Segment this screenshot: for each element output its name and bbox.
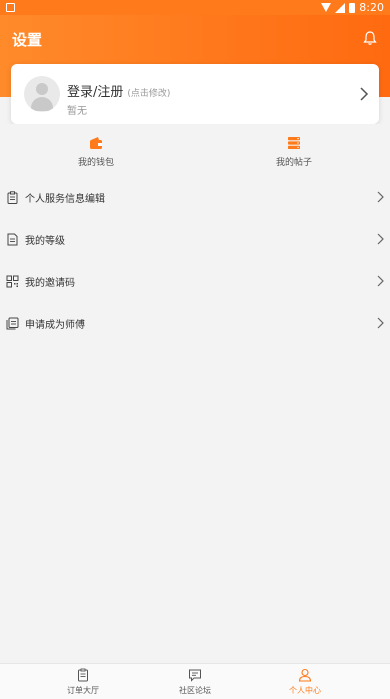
- profile-card[interactable]: 登录/注册 (点击修改) 暂无: [11, 64, 379, 124]
- profile-subtitle: 暂无: [67, 106, 87, 117]
- avatar[interactable]: [24, 76, 60, 112]
- menu-item-label: 我的等级: [25, 235, 65, 247]
- menu-item-label: 个人服务信息编辑: [25, 193, 105, 205]
- document-icon: [7, 233, 18, 245]
- tab-community-forum[interactable]: 社区论坛: [155, 668, 235, 696]
- menu-item-label: 申请成为师傅: [25, 319, 85, 331]
- login-register-label: 登录/注册: [67, 85, 124, 100]
- chevron-right-icon: [360, 87, 369, 101]
- edit-hint: (点击修改): [127, 89, 171, 99]
- battery-icon: [349, 2, 356, 13]
- chat-icon: [189, 669, 201, 682]
- qr-code-icon: [6, 275, 19, 287]
- person-icon: [298, 668, 312, 682]
- profile-name[interactable]: 登录/注册 (点击修改): [67, 81, 170, 100]
- shortcuts: 我的钱包 我的帖子: [0, 124, 390, 174]
- menu-item-edit-service-info[interactable]: 个人服务信息编辑: [0, 176, 390, 218]
- posts-icon: [288, 137, 300, 149]
- wifi-icon: [321, 3, 332, 12]
- menu-item-label: 我的邀请码: [25, 277, 75, 289]
- chevron-right-icon: [377, 191, 384, 203]
- chevron-right-icon: [377, 275, 384, 287]
- avatar-head: [36, 83, 48, 95]
- bell-icon[interactable]: [362, 30, 378, 46]
- files-icon: [6, 317, 19, 329]
- shortcut-wallet-label: 我的钱包: [77, 158, 114, 168]
- chevron-right-icon: [377, 317, 384, 329]
- settings-menu: 个人服务信息编辑 我的等级 我的邀请码 申请成为师傅: [0, 176, 390, 344]
- tab-label: 社区论坛: [179, 686, 211, 695]
- bottom-tab-bar: 订单大厅 社区论坛 个人中心: [0, 663, 390, 699]
- chevron-right-icon: [377, 233, 384, 245]
- wallet-icon: [90, 137, 102, 149]
- tab-order-hall[interactable]: 订单大厅: [43, 668, 123, 696]
- shortcut-wallet[interactable]: 我的钱包: [56, 136, 136, 168]
- menu-item-my-level[interactable]: 我的等级: [0, 218, 390, 260]
- notification-icon: [6, 3, 15, 12]
- status-time: 8:20: [359, 1, 384, 14]
- order-icon: [78, 668, 88, 682]
- shortcut-posts-label: 我的帖子: [275, 158, 312, 168]
- menu-item-apply-master[interactable]: 申请成为师傅: [0, 302, 390, 344]
- status-bar: 8:20: [0, 0, 390, 15]
- signal-icon: [335, 2, 346, 13]
- page-title: 设置: [12, 31, 43, 49]
- tab-personal-center[interactable]: 个人中心: [265, 668, 345, 696]
- shortcut-posts[interactable]: 我的帖子: [254, 136, 334, 168]
- menu-item-invite-code[interactable]: 我的邀请码: [0, 260, 390, 302]
- tab-label: 订单大厅: [67, 686, 99, 695]
- tab-label: 个人中心: [289, 686, 321, 695]
- avatar-body: [31, 97, 53, 111]
- clipboard-icon: [7, 190, 18, 204]
